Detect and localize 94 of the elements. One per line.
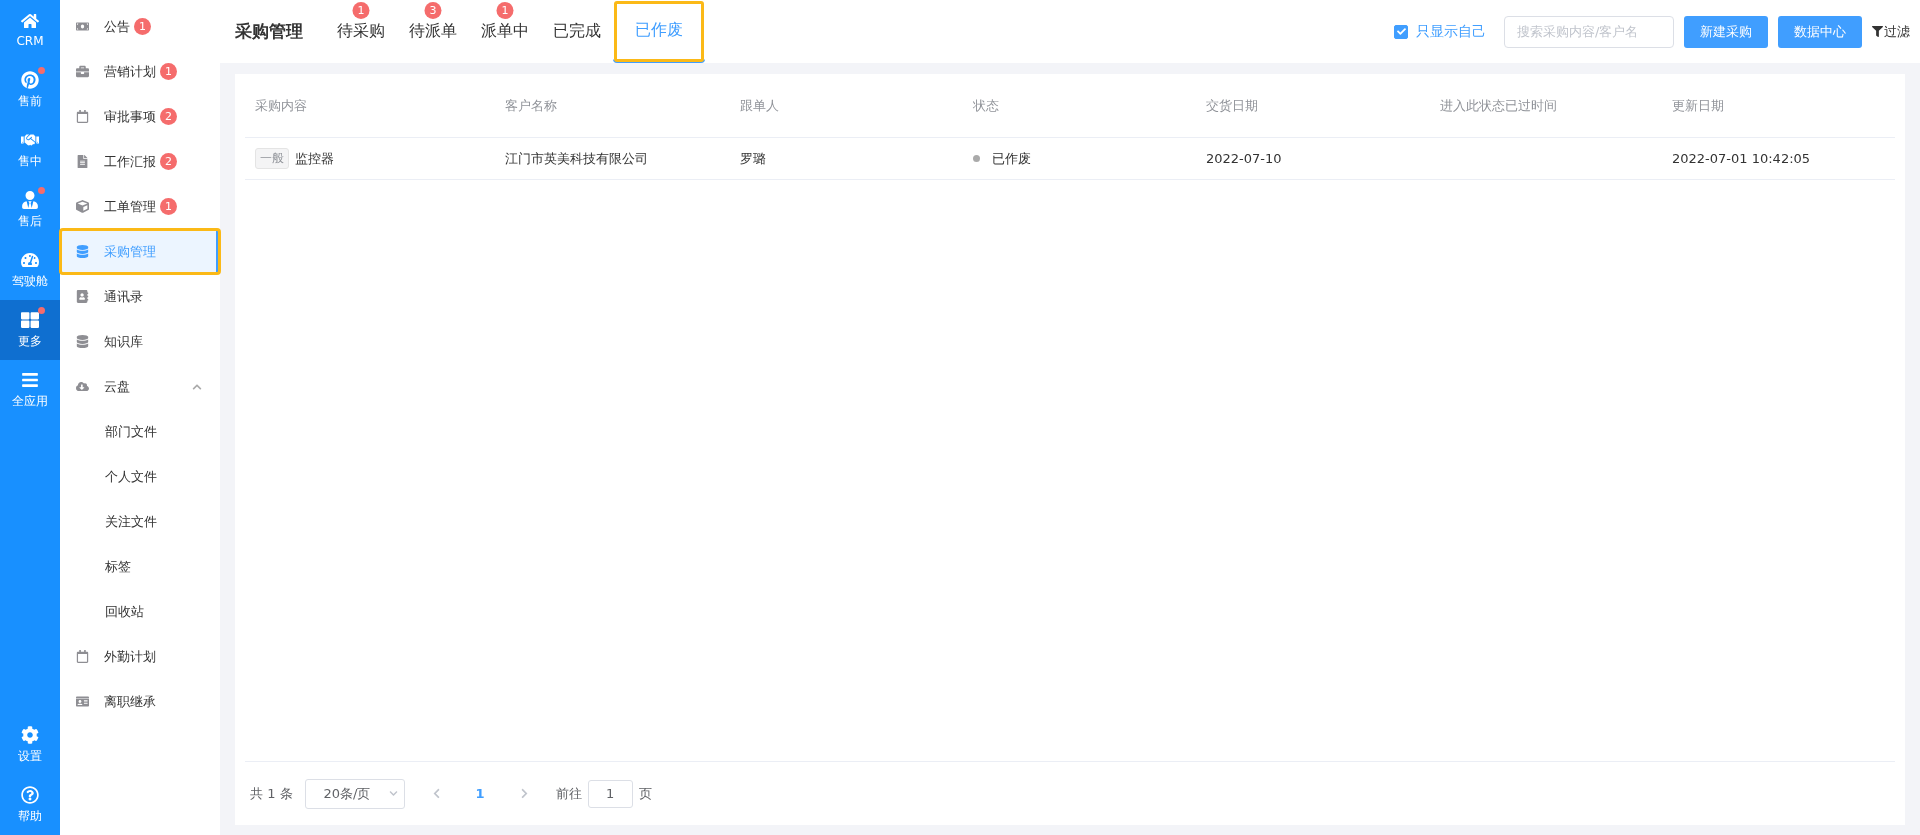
- sidebar-subitem[interactable]: 标签: [60, 544, 220, 589]
- tag: 一般: [255, 148, 289, 169]
- goto-label: 前往: [555, 784, 582, 803]
- sidebar-item[interactable]: 离职继承: [60, 679, 220, 724]
- search-field[interactable]: 搜索采购内容/客户名: [1504, 15, 1674, 48]
- sidebar-item[interactable]: 外勤计划: [60, 634, 220, 679]
- sidebar-item[interactable]: 通讯录: [60, 274, 220, 319]
- tie-icon: [21, 190, 39, 209]
- sidebar-item[interactable]: 工单管理 1: [60, 184, 220, 229]
- rail-label: CRM: [16, 34, 44, 48]
- money-icon: [75, 20, 89, 33]
- sidebar-label: 通讯录: [104, 287, 143, 306]
- column-header: 更新日期: [1671, 96, 1725, 115]
- cube-icon: [75, 200, 89, 213]
- sidebar-subitem[interactable]: 关注文件: [60, 499, 220, 544]
- database-icon: [75, 245, 89, 258]
- settings-icon: [21, 725, 39, 744]
- page-size-select[interactable]: 20条/页: [304, 778, 405, 809]
- column-header: 进入此状态已过时间: [1439, 96, 1558, 115]
- page-title: 采购管理: [235, 20, 303, 43]
- sidebar-label: 知识库: [104, 332, 143, 351]
- tab[interactable]: 已完成: [541, 0, 613, 63]
- chevron-down-icon: [388, 789, 398, 798]
- briefcase-icon: [75, 65, 89, 78]
- pin-icon: [21, 70, 39, 89]
- column-header: 采购内容: [254, 96, 308, 115]
- column-header: 交货日期: [1205, 96, 1259, 115]
- help-icon: [21, 785, 39, 804]
- filter-icon: [1872, 26, 1883, 37]
- column-header: 状态: [972, 96, 1000, 115]
- id-card-icon: [75, 695, 89, 708]
- gauge-icon: [21, 250, 39, 269]
- sidebar-item[interactable]: 营销计划 1: [60, 49, 220, 94]
- table-cell-text: 2022-07-01 10:42:05: [1671, 151, 1812, 166]
- cloud-icon: [75, 380, 89, 393]
- sidebar-item[interactable]: 工作汇报 2: [60, 139, 220, 184]
- count-badge: 1: [160, 63, 177, 80]
- rail-item[interactable]: 更多: [0, 300, 60, 360]
- column-header: 跟单人: [739, 96, 780, 115]
- count-badge: 2: [160, 108, 177, 125]
- sidebar-label: 审批事项: [104, 107, 156, 126]
- contact-card-icon: [75, 290, 89, 303]
- sidebar-label: 外勤计划: [104, 647, 156, 666]
- rail-label: 帮助: [18, 807, 42, 825]
- checkbox[interactable]: [1394, 24, 1408, 39]
- tab[interactable]: 派单中 1: [469, 0, 541, 63]
- status-dot: [973, 155, 980, 162]
- table-cell-text: 江门市英美科技有限公司: [504, 149, 649, 168]
- home-icon: [21, 12, 39, 30]
- count-badge: 1: [352, 2, 370, 19]
- page-input[interactable]: 1: [587, 779, 633, 808]
- calendar-icon: [75, 650, 89, 663]
- sidebar-item[interactable]: 公告 1: [60, 4, 220, 49]
- sidebar-label: 云盘: [104, 377, 130, 396]
- sidebar-label: 公告: [104, 17, 130, 36]
- sidebar-subitem[interactable]: 部门文件: [60, 409, 220, 454]
- sidebar-item[interactable]: 知识库: [60, 319, 220, 364]
- sidebar-label: 离职继承: [104, 692, 156, 711]
- count-badge: 2: [160, 153, 177, 170]
- grid-icon: [21, 310, 39, 329]
- rail-label: 售中: [18, 152, 42, 170]
- rail-label: 更多: [18, 332, 42, 350]
- table-cell-text: 2022-07-10: [1205, 151, 1283, 166]
- menu-icon: [21, 370, 39, 389]
- count-badge: 1: [134, 18, 151, 35]
- goto-suffix: 页: [638, 784, 652, 803]
- tab[interactable]: 待派单 3: [397, 0, 469, 63]
- sidebar-label: 营销计划: [104, 62, 156, 81]
- count-badge: 3: [424, 2, 442, 19]
- rail-label: 全应用: [12, 392, 48, 410]
- sidebar-label: 工作汇报: [104, 152, 156, 171]
- sidebar-label: 工单管理: [104, 197, 156, 216]
- table-cell: 已作废: [992, 149, 1031, 168]
- table-cell-text: 罗璐: [739, 149, 767, 168]
- count-badge: 1: [160, 198, 177, 215]
- filter-button[interactable]: 过滤: [1872, 22, 1910, 41]
- sidebar-item[interactable]: 云盘: [60, 364, 220, 409]
- rail-label: 售后: [18, 212, 42, 230]
- sidebar-subitem[interactable]: 回收站: [60, 589, 220, 634]
- rail-label: 设置: [18, 747, 42, 765]
- calendar-icon: [75, 110, 89, 123]
- column-header: 客户名称: [504, 96, 558, 115]
- sidebar-label: 采购管理: [104, 242, 156, 261]
- sidebar-item[interactable]: 审批事项 2: [60, 94, 220, 139]
- database-icon: [75, 335, 89, 348]
- document-icon: [75, 155, 89, 168]
- total-count: 共 1 条: [250, 784, 293, 803]
- rail-label: 售前: [18, 92, 42, 110]
- sidebar-subitem[interactable]: 个人文件: [60, 454, 220, 499]
- count-badge: 1: [496, 2, 514, 19]
- tab[interactable]: 待采购 1: [325, 0, 397, 63]
- checkbox-label: 只显示自己: [1416, 22, 1486, 41]
- rail-label: 驾驶舱: [12, 272, 48, 290]
- table-cell: 监控器: [295, 149, 334, 168]
